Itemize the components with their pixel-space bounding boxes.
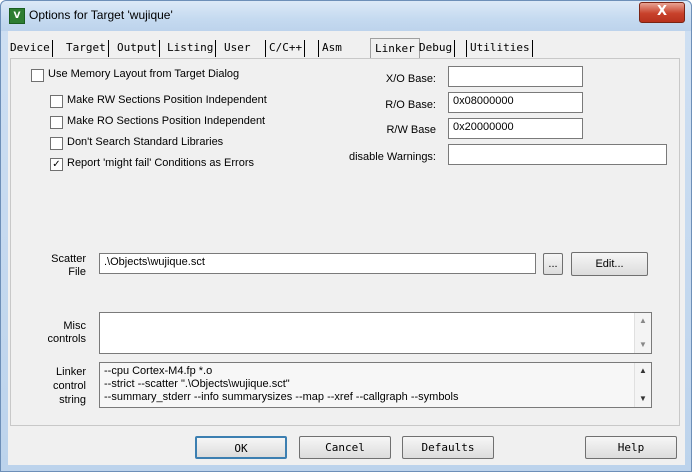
ok-button[interactable]: OK bbox=[195, 436, 287, 459]
scatter-label: Scatter bbox=[51, 253, 86, 265]
might-fail-checkbox[interactable]: ✓ bbox=[50, 158, 63, 171]
uvision-icon: V bbox=[9, 8, 25, 24]
control-string-line: --summary_stderr --info summarysizes --m… bbox=[104, 391, 459, 403]
tab-output[interactable]: Output bbox=[115, 40, 160, 57]
scroll-up-icon[interactable]: ▲ bbox=[638, 366, 648, 376]
help-button[interactable]: Help bbox=[585, 436, 677, 459]
rw-base-input[interactable]: 0x20000000 bbox=[448, 118, 583, 139]
tab-linker[interactable]: Linker bbox=[370, 38, 420, 59]
scatter-edit-button[interactable]: Edit... bbox=[571, 252, 648, 276]
scatter-file-input[interactable]: .\Objects\wujique.sct bbox=[99, 253, 536, 274]
control-string-line: --strict --scatter ".\Objects\wujique.sc… bbox=[104, 378, 290, 390]
window-title: Options for Target 'wujique' bbox=[29, 8, 173, 22]
scatter-browse-button[interactable]: ... bbox=[543, 253, 563, 275]
control-string-label-line3: string bbox=[59, 394, 86, 406]
control-string-label: Linker bbox=[56, 366, 86, 378]
tab-device[interactable]: Device bbox=[8, 40, 53, 57]
scroll-down-icon[interactable]: ▼ bbox=[638, 340, 648, 350]
use-memory-layout-checkbox[interactable] bbox=[31, 69, 44, 82]
ro-base-label: R/O Base: bbox=[385, 99, 436, 111]
xo-base-label: X/O Base: bbox=[385, 73, 436, 85]
cancel-button[interactable]: Cancel bbox=[299, 436, 391, 459]
title-bar[interactable]: V Options for Target 'wujique' X bbox=[1, 1, 691, 31]
control-string-line: --cpu Cortex-M4.fp *.o bbox=[104, 365, 213, 377]
scroll-up-icon[interactable]: ▲ bbox=[638, 316, 648, 326]
rw-base-label: R/W Base bbox=[386, 124, 436, 136]
tab-c-cpp[interactable]: C/C++ bbox=[265, 40, 306, 57]
scroll-down-icon[interactable]: ▼ bbox=[638, 394, 648, 404]
tab-asm[interactable]: Asm bbox=[318, 40, 344, 57]
misc-scrollbar[interactable]: ▲ ▼ bbox=[634, 313, 651, 353]
disable-warnings-input[interactable] bbox=[448, 144, 667, 165]
tab-debug[interactable]: Debug bbox=[417, 40, 456, 57]
xo-base-input[interactable] bbox=[448, 66, 583, 87]
no-std-libs-label: Don't Search Standard Libraries bbox=[67, 136, 224, 148]
control-string-scrollbar[interactable]: ▲ ▼ bbox=[634, 363, 651, 407]
misc-controls-textarea[interactable]: ▲ ▼ bbox=[99, 312, 652, 354]
tab-listing[interactable]: Listing bbox=[165, 40, 217, 57]
tab-utilities[interactable]: Utilities bbox=[466, 40, 533, 57]
misc-label-line2: controls bbox=[47, 333, 86, 345]
check-mark-icon: ✓ bbox=[52, 159, 61, 170]
ro-independent-label: Make RO Sections Position Independent bbox=[67, 115, 266, 127]
misc-label: Misc bbox=[63, 320, 86, 332]
no-std-libs-checkbox[interactable] bbox=[50, 137, 63, 150]
rw-independent-label: Make RW Sections Position Independent bbox=[67, 94, 267, 106]
close-button[interactable]: X bbox=[639, 2, 685, 23]
tab-strip: Device Target Output Listing User C/C++ … bbox=[8, 38, 678, 59]
tab-target[interactable]: Target bbox=[64, 40, 109, 57]
tab-user[interactable]: User bbox=[222, 40, 253, 57]
ro-base-input[interactable]: 0x08000000 bbox=[448, 92, 583, 113]
ro-independent-checkbox[interactable] bbox=[50, 116, 63, 129]
disable-warnings-label: disable Warnings: bbox=[348, 151, 436, 163]
control-string-label-line2: control bbox=[52, 380, 86, 392]
scatter-label-line2: File bbox=[68, 266, 86, 278]
might-fail-label: Report 'might fail' Conditions as Errors bbox=[67, 157, 254, 169]
defaults-button[interactable]: Defaults bbox=[402, 436, 494, 459]
use-memory-layout-label: Use Memory Layout from Target Dialog bbox=[48, 68, 240, 80]
rw-independent-checkbox[interactable] bbox=[50, 95, 63, 108]
control-string-textarea[interactable]: --cpu Cortex-M4.fp *.o --strict --scatte… bbox=[99, 362, 652, 408]
